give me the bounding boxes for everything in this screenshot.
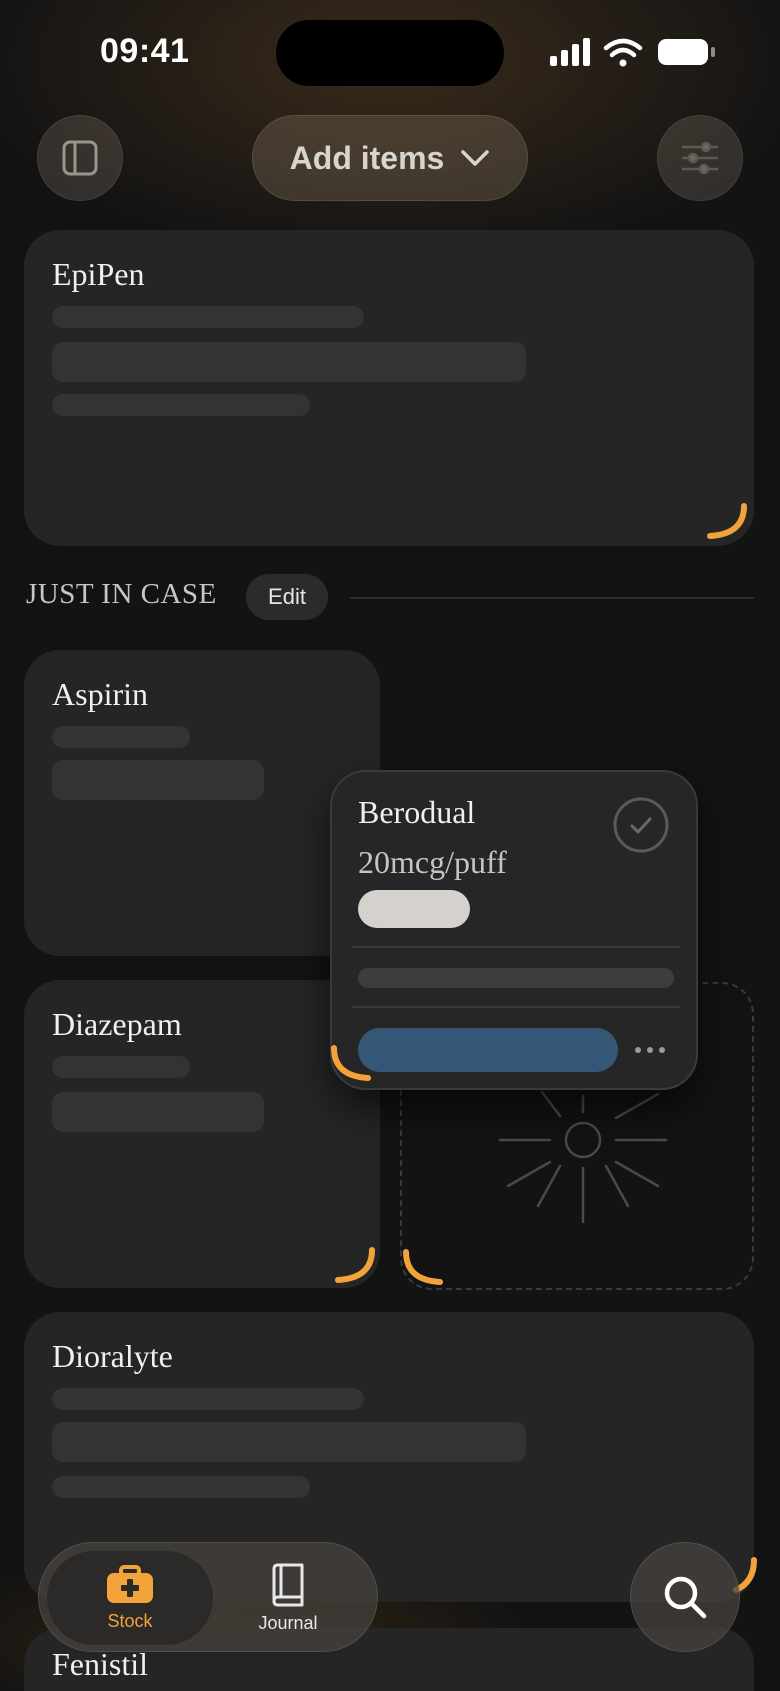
placeholder-bar <box>52 726 190 748</box>
wifi-icon <box>603 38 643 58</box>
placeholder-bar <box>52 1388 364 1410</box>
status-time: 09:41 <box>100 32 190 70</box>
status-icons <box>550 38 715 67</box>
item-title: Dioralyte <box>52 1338 173 1374</box>
search-icon <box>664 1576 707 1619</box>
item-card-diazepam[interactable]: Diazepam <box>24 980 380 1288</box>
battery-icon <box>658 39 715 65</box>
item-title: EpiPen <box>52 256 145 292</box>
cellular-signal-icon <box>550 38 590 66</box>
status-pill <box>358 890 470 928</box>
tab-label: Journal <box>258 1612 318 1633</box>
tab-bar: Stock Journal <box>38 1542 378 1652</box>
popup-item-dose: 20mcg/puff <box>358 844 507 880</box>
item-card-epipen[interactable]: EpiPen <box>24 230 754 546</box>
tab-journal[interactable]: Journal <box>205 1551 371 1645</box>
book-icon <box>272 1563 304 1606</box>
corner-accent <box>331 1045 371 1081</box>
item-title: Diazepam <box>52 1006 182 1042</box>
popup-divider <box>352 1006 680 1008</box>
corner-accent <box>335 1247 375 1283</box>
placeholder-bar <box>52 1092 264 1132</box>
placeholder-bar <box>52 342 526 382</box>
item-card-aspirin[interactable]: Aspirin <box>24 650 380 956</box>
popup-action-button[interactable] <box>358 1028 618 1072</box>
add-items-label: Add items <box>289 139 445 176</box>
edit-section-button[interactable]: Edit <box>246 574 328 620</box>
tab-label: Stock <box>107 1610 153 1631</box>
dynamic-island <box>276 20 504 86</box>
corner-accent <box>403 1249 443 1285</box>
sliders-icon <box>681 141 719 175</box>
section-title: JUST IN CASE <box>26 578 217 610</box>
placeholder-bar <box>52 760 264 800</box>
add-items-button[interactable]: Add items <box>252 115 528 201</box>
more-icon[interactable] <box>632 1038 668 1062</box>
sparkle-icon <box>498 1090 668 1224</box>
search-button[interactable] <box>630 1542 740 1652</box>
sidebar-toggle-button[interactable] <box>37 115 123 201</box>
placeholder-bar <box>52 394 310 416</box>
placeholder-bar <box>52 306 364 328</box>
popup-divider <box>352 946 680 948</box>
tab-stock[interactable]: Stock <box>47 1551 213 1645</box>
chevron-down-icon <box>461 150 490 166</box>
first-aid-kit-icon <box>107 1564 153 1603</box>
corner-accent <box>707 503 747 539</box>
item-title: Aspirin <box>52 676 148 712</box>
placeholder-bar <box>52 1056 190 1078</box>
checkmark-circle-icon[interactable] <box>612 796 670 854</box>
sidebar-icon <box>62 140 98 176</box>
item-card-berodual-dragging[interactable]: Berodual 20mcg/puff <box>330 770 698 1090</box>
section-divider <box>350 597 754 599</box>
filter-button[interactable] <box>657 115 743 201</box>
placeholder-bar <box>358 968 674 988</box>
placeholder-bar <box>52 1476 310 1498</box>
placeholder-bar <box>52 1422 526 1462</box>
popup-item-name: Berodual <box>358 794 476 830</box>
